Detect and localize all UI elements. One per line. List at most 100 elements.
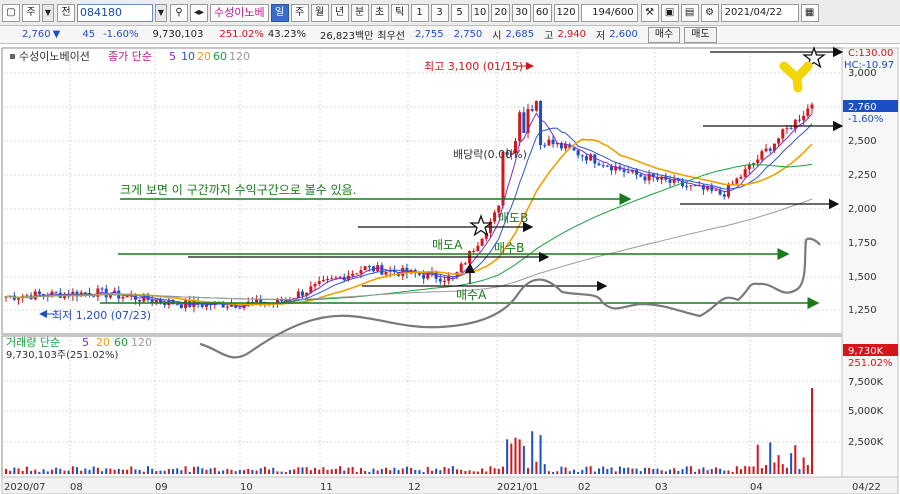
volume-bar bbox=[96, 467, 99, 474]
label-sell-b: 매도B bbox=[498, 211, 528, 225]
tab-week[interactable]: 주 bbox=[290, 3, 309, 22]
candle-body bbox=[789, 128, 793, 130]
candle-body bbox=[438, 278, 442, 282]
volume-bar bbox=[410, 467, 413, 474]
ma-120-label: 120 bbox=[229, 50, 250, 63]
volume-bar bbox=[727, 470, 730, 474]
date-input[interactable]: 2021/04/22 bbox=[720, 3, 799, 22]
candle-body bbox=[626, 171, 630, 173]
last-volume-rate: 251.02% bbox=[848, 358, 893, 369]
candle-body bbox=[351, 273, 355, 276]
volume-bar bbox=[71, 466, 74, 474]
volume-bar bbox=[656, 468, 659, 474]
volume-bar bbox=[514, 437, 517, 474]
candle-body bbox=[605, 165, 609, 167]
volume-bar bbox=[222, 470, 225, 474]
candle-body bbox=[777, 138, 781, 144]
number-tab-10[interactable]: 10 bbox=[470, 3, 490, 22]
volume-bar bbox=[635, 468, 638, 474]
volume-bar bbox=[305, 467, 308, 474]
stock-code-input[interactable]: 084180 bbox=[77, 3, 153, 22]
tab-month[interactable]: 월 bbox=[310, 3, 329, 22]
volume-bar bbox=[80, 470, 83, 474]
volume-bar bbox=[134, 469, 137, 474]
image-icon[interactable]: ▣ bbox=[660, 3, 679, 22]
volume-pane bbox=[1, 335, 843, 478]
tab-day[interactable]: 일 bbox=[270, 3, 289, 22]
window-icon[interactable]: ▢ bbox=[2, 3, 20, 22]
volume-bar bbox=[618, 466, 621, 474]
label-buy-b: 매수B bbox=[494, 241, 524, 255]
volume-bar bbox=[63, 470, 66, 474]
number-tab-60[interactable]: 60 bbox=[532, 3, 552, 22]
candle-body bbox=[564, 144, 568, 149]
volume-bar bbox=[451, 466, 454, 474]
search-icon[interactable]: ⚲ bbox=[170, 3, 188, 22]
candle-body bbox=[367, 266, 371, 268]
volume-bar bbox=[351, 466, 354, 474]
volume-bar bbox=[293, 469, 296, 474]
volume-bar bbox=[146, 466, 149, 474]
gear-icon[interactable]: ⚙ bbox=[700, 3, 719, 22]
number-tab-120[interactable]: 120 bbox=[553, 3, 579, 22]
number-tab-30[interactable]: 30 bbox=[512, 3, 531, 22]
prev-button[interactable]: 전 bbox=[57, 3, 75, 22]
volume: 9,730,103 bbox=[152, 29, 204, 40]
tick-2500: 2,500 bbox=[848, 136, 877, 147]
candle-body bbox=[33, 291, 37, 300]
volume-bar bbox=[673, 468, 676, 474]
volume-bar bbox=[5, 468, 7, 474]
volume-bar bbox=[765, 464, 768, 474]
volume-bar bbox=[785, 467, 788, 474]
stock-chart[interactable]: 수성이노베이션 종가 단순 5 10 20 60 120 3,000 2,500… bbox=[0, 44, 900, 494]
last-change-label: -1.60% bbox=[848, 114, 883, 125]
volume-bar bbox=[681, 469, 684, 474]
code-dropdown-icon[interactable]: ▼ bbox=[155, 3, 167, 22]
tab-minute[interactable]: 분 bbox=[350, 3, 369, 22]
number-tab-20[interactable]: 20 bbox=[491, 3, 511, 22]
high-price: 2,940 bbox=[557, 29, 586, 40]
number-tab-1[interactable]: 1 bbox=[410, 3, 429, 22]
candle-body bbox=[37, 291, 41, 295]
candle-body bbox=[597, 163, 601, 166]
mode-select[interactable]: 주 bbox=[22, 3, 40, 22]
volume-bar bbox=[506, 439, 509, 474]
bar-count-input[interactable]: 194/600 bbox=[580, 3, 638, 22]
volume-bar bbox=[752, 466, 755, 474]
high-label: 고 bbox=[544, 31, 554, 42]
vol-ma-120: 120 bbox=[131, 336, 152, 349]
tab-year[interactable]: 년 bbox=[330, 3, 349, 22]
volume-bar bbox=[288, 470, 291, 474]
x-tick-12: 12 bbox=[408, 482, 421, 493]
volume-bar bbox=[330, 469, 333, 474]
volume-text: 9,730,103주(251.02%) bbox=[6, 350, 118, 361]
volume-bar bbox=[585, 466, 588, 474]
chevron-down-icon[interactable]: ▼ bbox=[42, 3, 54, 22]
tab-second[interactable]: 초 bbox=[370, 3, 389, 22]
calendar-icon[interactable]: ▦ bbox=[800, 3, 819, 22]
sell-button[interactable]: 매도 bbox=[684, 26, 717, 43]
volume-bar bbox=[773, 462, 776, 474]
candle-body bbox=[317, 281, 321, 284]
candle-body bbox=[584, 156, 588, 161]
candle-body bbox=[547, 139, 551, 146]
candle-body bbox=[689, 185, 693, 187]
volume-bar bbox=[297, 467, 300, 474]
prev-next-icon[interactable]: ◂▸ bbox=[190, 3, 208, 22]
buy-button[interactable]: 매수 bbox=[647, 26, 681, 43]
best-bid: 2,750 bbox=[453, 29, 483, 40]
volume-bar bbox=[414, 469, 417, 474]
candle-body bbox=[580, 155, 584, 157]
chart-tool-icon[interactable]: ⚒ bbox=[640, 3, 659, 22]
volume-bar bbox=[660, 470, 663, 474]
save-icon[interactable]: ▤ bbox=[680, 3, 699, 22]
volume-bar bbox=[689, 466, 692, 474]
candle-body bbox=[806, 108, 810, 116]
x-tick-2021-01: 2021/01 bbox=[497, 482, 539, 493]
number-tab-5[interactable]: 5 bbox=[450, 3, 469, 22]
last-volume: 9,730K bbox=[848, 346, 884, 357]
volume-bar bbox=[623, 467, 626, 474]
change-rate: -1.60% bbox=[103, 29, 139, 40]
number-tab-3[interactable]: 3 bbox=[430, 3, 449, 22]
tab-tick[interactable]: 틱 bbox=[390, 3, 409, 22]
